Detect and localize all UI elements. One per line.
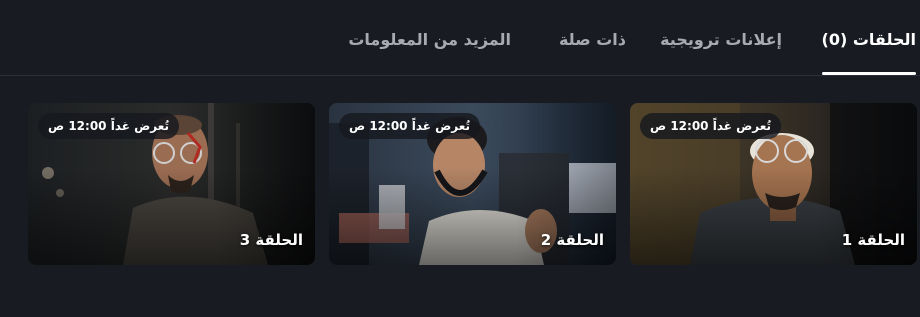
episode-title: الحلقة 3 <box>239 231 303 249</box>
tab-related[interactable]: ذات صلة <box>559 30 626 74</box>
tab-episodes-label: الحلقات (0) <box>821 30 917 49</box>
active-tab-indicator <box>821 72 916 75</box>
tab-related-label: ذات صلة <box>558 30 626 49</box>
episodes-list: تُعرض غداً 12:00 ص الحلقة 1 تُعرض غداً 1… <box>0 103 920 265</box>
tab-more-info-label: المزيد من المعلومات <box>348 30 511 49</box>
episode-card-1[interactable]: تُعرض غداً 12:00 ص الحلقة 1 <box>630 103 917 265</box>
airing-time-badge: تُعرض غداً 12:00 ص <box>640 113 782 139</box>
tab-episodes[interactable]: الحلقات (0) <box>821 30 917 75</box>
episode-card-2[interactable]: تُعرض غداً 12:00 ص الحلقة 2 <box>329 103 616 265</box>
episode-title: الحلقة 1 <box>841 231 905 249</box>
episode-title: الحلقة 2 <box>540 231 604 249</box>
episode-card-3[interactable]: تُعرض غداً 12:00 ص الحلقة 3 <box>28 103 315 265</box>
tab-trailers-label: إعلانات ترويجية <box>660 30 782 49</box>
airing-time-badge: تُعرض غداً 12:00 ص <box>339 113 481 139</box>
tab-trailers[interactable]: إعلانات ترويجية <box>660 30 782 74</box>
tab-more-info[interactable]: المزيد من المعلومات <box>348 30 511 74</box>
airing-time-badge: تُعرض غداً 12:00 ص <box>38 113 180 139</box>
episode-tabs: الحلقات (0) إعلانات ترويجية ذات صلة المز… <box>0 0 920 76</box>
